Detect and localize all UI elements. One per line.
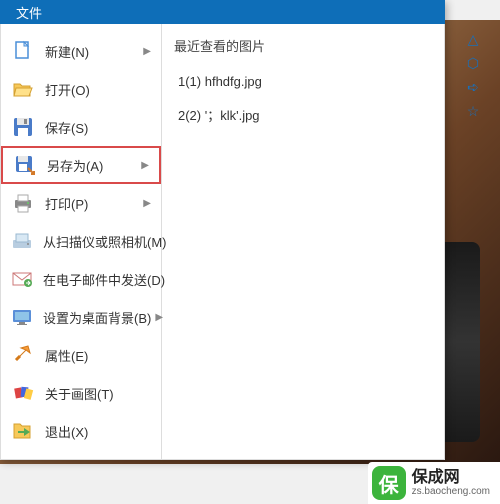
watermark-title: 保成网 — [412, 469, 490, 487]
file-tab[interactable]: 文件 — [0, 0, 58, 24]
wallpaper-icon — [11, 305, 33, 329]
saveas-icon — [13, 153, 37, 177]
email-icon — [11, 267, 33, 291]
submenu-arrow-icon: ▶ — [155, 312, 163, 323]
menu-item-new-doc[interactable]: 新建(N) ▶ — [1, 32, 161, 70]
about-icon — [11, 381, 35, 405]
file-menu-dropdown: 文件 新建(N) ▶ 打开(O) 保存(S) 另存为(A) ▶ 打印(P) ▶ 从扫描仪或照相机… — [0, 0, 445, 460]
scanner-icon — [11, 229, 33, 253]
menu-item-label: 保存(S) — [45, 118, 151, 137]
new-doc-icon — [11, 39, 35, 63]
menu-item-label: 在电子邮件中发送(D) — [43, 270, 165, 289]
menu-item-label: 打开(O) — [45, 80, 151, 99]
menu-item-exit[interactable]: 退出(X) — [1, 412, 161, 450]
watermark-url: zs.baocheng.com — [412, 486, 490, 497]
menu-item-label: 从扫描仪或照相机(M) — [43, 232, 167, 251]
properties-icon — [11, 343, 35, 367]
menu-item-about[interactable]: 关于画图(T) — [1, 374, 161, 412]
arrow-tool[interactable]: ➪ — [464, 78, 482, 96]
watermark-badge: 保 — [372, 466, 406, 500]
hexagon-tool[interactable]: ⬡ — [464, 54, 482, 72]
star-tool[interactable]: ☆ — [464, 102, 482, 120]
menu-item-label: 设置为桌面背景(B) — [43, 308, 151, 327]
watermark: 保 保成网 zs.baocheng.com — [368, 462, 500, 504]
menu-item-open[interactable]: 打开(O) — [1, 70, 161, 108]
menu-items-column: 新建(N) ▶ 打开(O) 保存(S) 另存为(A) ▶ 打印(P) ▶ 从扫描仪或照相机(M)… — [1, 24, 161, 459]
menu-item-save[interactable]: 保存(S) — [1, 108, 161, 146]
open-icon — [11, 77, 35, 101]
recent-file-item[interactable]: 1(1) hfhdfg.jpg — [174, 66, 432, 97]
menu-item-label: 退出(X) — [45, 422, 151, 441]
recent-header: 最近查看的图片 — [174, 32, 432, 66]
menu-item-scanner[interactable]: 从扫描仪或照相机(M) — [1, 222, 161, 260]
submenu-arrow-icon: ▶ — [143, 46, 151, 57]
save-icon — [11, 115, 35, 139]
menu-item-label: 关于画图(T) — [45, 384, 151, 403]
menu-item-label: 另存为(A) — [47, 156, 137, 175]
submenu-arrow-icon: ▶ — [141, 160, 149, 171]
submenu-arrow-icon: ▶ — [143, 198, 151, 209]
print-icon — [11, 191, 35, 215]
triangle-tool[interactable]: △ — [464, 30, 482, 48]
menu-item-label: 属性(E) — [45, 346, 151, 365]
menu-item-saveas[interactable]: 另存为(A) ▶ — [1, 146, 161, 184]
menu-item-wallpaper[interactable]: 设置为桌面背景(B) ▶ — [1, 298, 161, 336]
menu-body: 新建(N) ▶ 打开(O) 保存(S) 另存为(A) ▶ 打印(P) ▶ 从扫描仪或照相机(M)… — [0, 24, 445, 460]
menu-item-label: 新建(N) — [45, 42, 139, 61]
recent-files-column: 最近查看的图片 1(1) hfhdfg.jpg2(2) '；klk'.jpg — [161, 24, 444, 459]
menu-item-email[interactable]: 在电子邮件中发送(D) — [1, 260, 161, 298]
recent-file-item[interactable]: 2(2) '；klk'.jpg — [174, 97, 432, 132]
exit-icon — [11, 419, 35, 443]
menu-item-label: 打印(P) — [45, 194, 139, 213]
menu-header: 文件 — [0, 0, 445, 24]
menu-item-properties[interactable]: 属性(E) — [1, 336, 161, 374]
shape-toolbar: △ ⬡ ➪ ☆ — [452, 30, 494, 120]
menu-item-print[interactable]: 打印(P) ▶ — [1, 184, 161, 222]
